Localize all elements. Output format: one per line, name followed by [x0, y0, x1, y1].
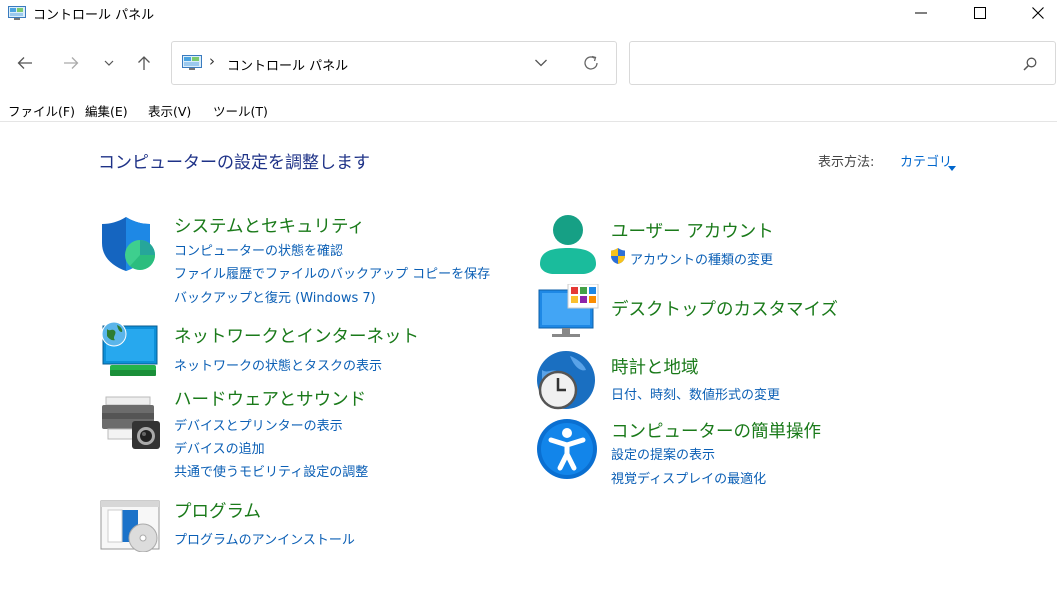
maximize-button[interactable]: [957, 0, 1003, 26]
search-input[interactable]: [638, 52, 1008, 76]
address-dropdown-button[interactable]: [534, 54, 548, 76]
uac-shield-icon: [610, 247, 626, 269]
printer-camera-icon[interactable]: [100, 395, 162, 455]
accessibility-icon[interactable]: [536, 418, 598, 484]
category-user-accounts[interactable]: ユーザー アカウント: [611, 218, 774, 243]
category-network-internet[interactable]: ネットワークとインターネット: [174, 323, 419, 348]
link-add-device[interactable]: デバイスの追加: [174, 438, 265, 457]
category-ease-of-access[interactable]: コンピューターの簡単操作: [611, 418, 821, 443]
link-network-status[interactable]: ネットワークの状態とタスクの表示: [174, 355, 382, 374]
chevron-down-icon: [104, 60, 114, 66]
link-optimize-visual-display[interactable]: 視覚ディスプレイの最適化: [611, 468, 766, 487]
menu-file[interactable]: ファイル(F): [8, 101, 75, 120]
link-mobility-settings[interactable]: 共通で使うモビリティ設定の調整: [174, 461, 368, 480]
menu-edit[interactable]: 編集(E): [85, 101, 128, 120]
desktop-customize-icon[interactable]: [538, 283, 600, 344]
link-backup-restore[interactable]: バックアップと復元 (Windows 7): [174, 287, 376, 306]
breadcrumb-separator[interactable]: ›: [209, 52, 215, 70]
search-icon[interactable]: [1023, 56, 1037, 75]
control-panel-icon: [8, 5, 26, 20]
page-title: コンピューターの設定を調整します: [98, 153, 370, 173]
category-appearance[interactable]: デスクトップのカスタマイズ: [611, 296, 838, 321]
view-by-label: 表示方法:: [818, 155, 875, 170]
link-file-history[interactable]: ファイル履歴でファイルのバックアップ コピーを保存: [174, 263, 490, 282]
link-change-account-type[interactable]: アカウントの種類の変更: [630, 249, 773, 268]
link-uninstall-program[interactable]: プログラムのアンインストール: [174, 529, 355, 548]
link-devices-printers[interactable]: デバイスとプリンターの表示: [174, 415, 343, 434]
category-programs[interactable]: プログラム: [174, 498, 261, 523]
back-button[interactable]: [12, 50, 38, 76]
link-date-time-format[interactable]: 日付、時刻、数値形式の変更: [611, 384, 780, 403]
category-system-security[interactable]: システムとセキュリティ: [174, 213, 365, 238]
chevron-down-icon: [535, 59, 547, 67]
recent-locations-button[interactable]: [96, 50, 122, 76]
category-clock-region[interactable]: 時計と地域: [611, 354, 699, 379]
up-button[interactable]: [131, 50, 157, 76]
address-bar[interactable]: › コントロール パネル: [171, 41, 617, 85]
network-globe-icon[interactable]: [100, 320, 160, 384]
refresh-icon: [584, 55, 598, 70]
menu-view[interactable]: 表示(V): [148, 101, 191, 120]
arrow-right-icon: [64, 57, 79, 69]
link-suggested-settings[interactable]: 設定の提案の表示: [611, 444, 715, 463]
close-button[interactable]: [1015, 0, 1057, 26]
caret-down-icon[interactable]: [948, 156, 956, 175]
breadcrumb[interactable]: コントロール パネル: [227, 55, 348, 74]
search-box[interactable]: [629, 41, 1056, 85]
user-icon[interactable]: [538, 214, 598, 280]
clock-globe-icon[interactable]: [536, 350, 598, 416]
minimize-button[interactable]: [898, 0, 944, 26]
menu-tools[interactable]: ツール(T): [213, 101, 268, 120]
refresh-button[interactable]: [582, 54, 600, 76]
category-hardware-sound[interactable]: ハードウェアとサウンド: [174, 386, 366, 411]
forward-button[interactable]: [58, 50, 84, 76]
shield-icon[interactable]: [100, 215, 158, 277]
menu-bar: ファイル(F) 編集(E) 表示(V) ツール(T): [0, 98, 1057, 122]
programs-icon[interactable]: [100, 500, 160, 556]
arrow-left-icon: [17, 57, 32, 69]
control-panel-icon: [182, 55, 202, 75]
navigation-bar: › コントロール パネル: [0, 40, 1057, 86]
window-title: コントロール パネル: [33, 8, 155, 23]
view-by-dropdown[interactable]: カテゴリ: [900, 151, 952, 170]
link-check-status[interactable]: コンピューターの状態を確認: [174, 240, 343, 259]
arrow-up-icon: [138, 56, 150, 70]
title-bar: コントロール パネル: [0, 0, 1057, 26]
